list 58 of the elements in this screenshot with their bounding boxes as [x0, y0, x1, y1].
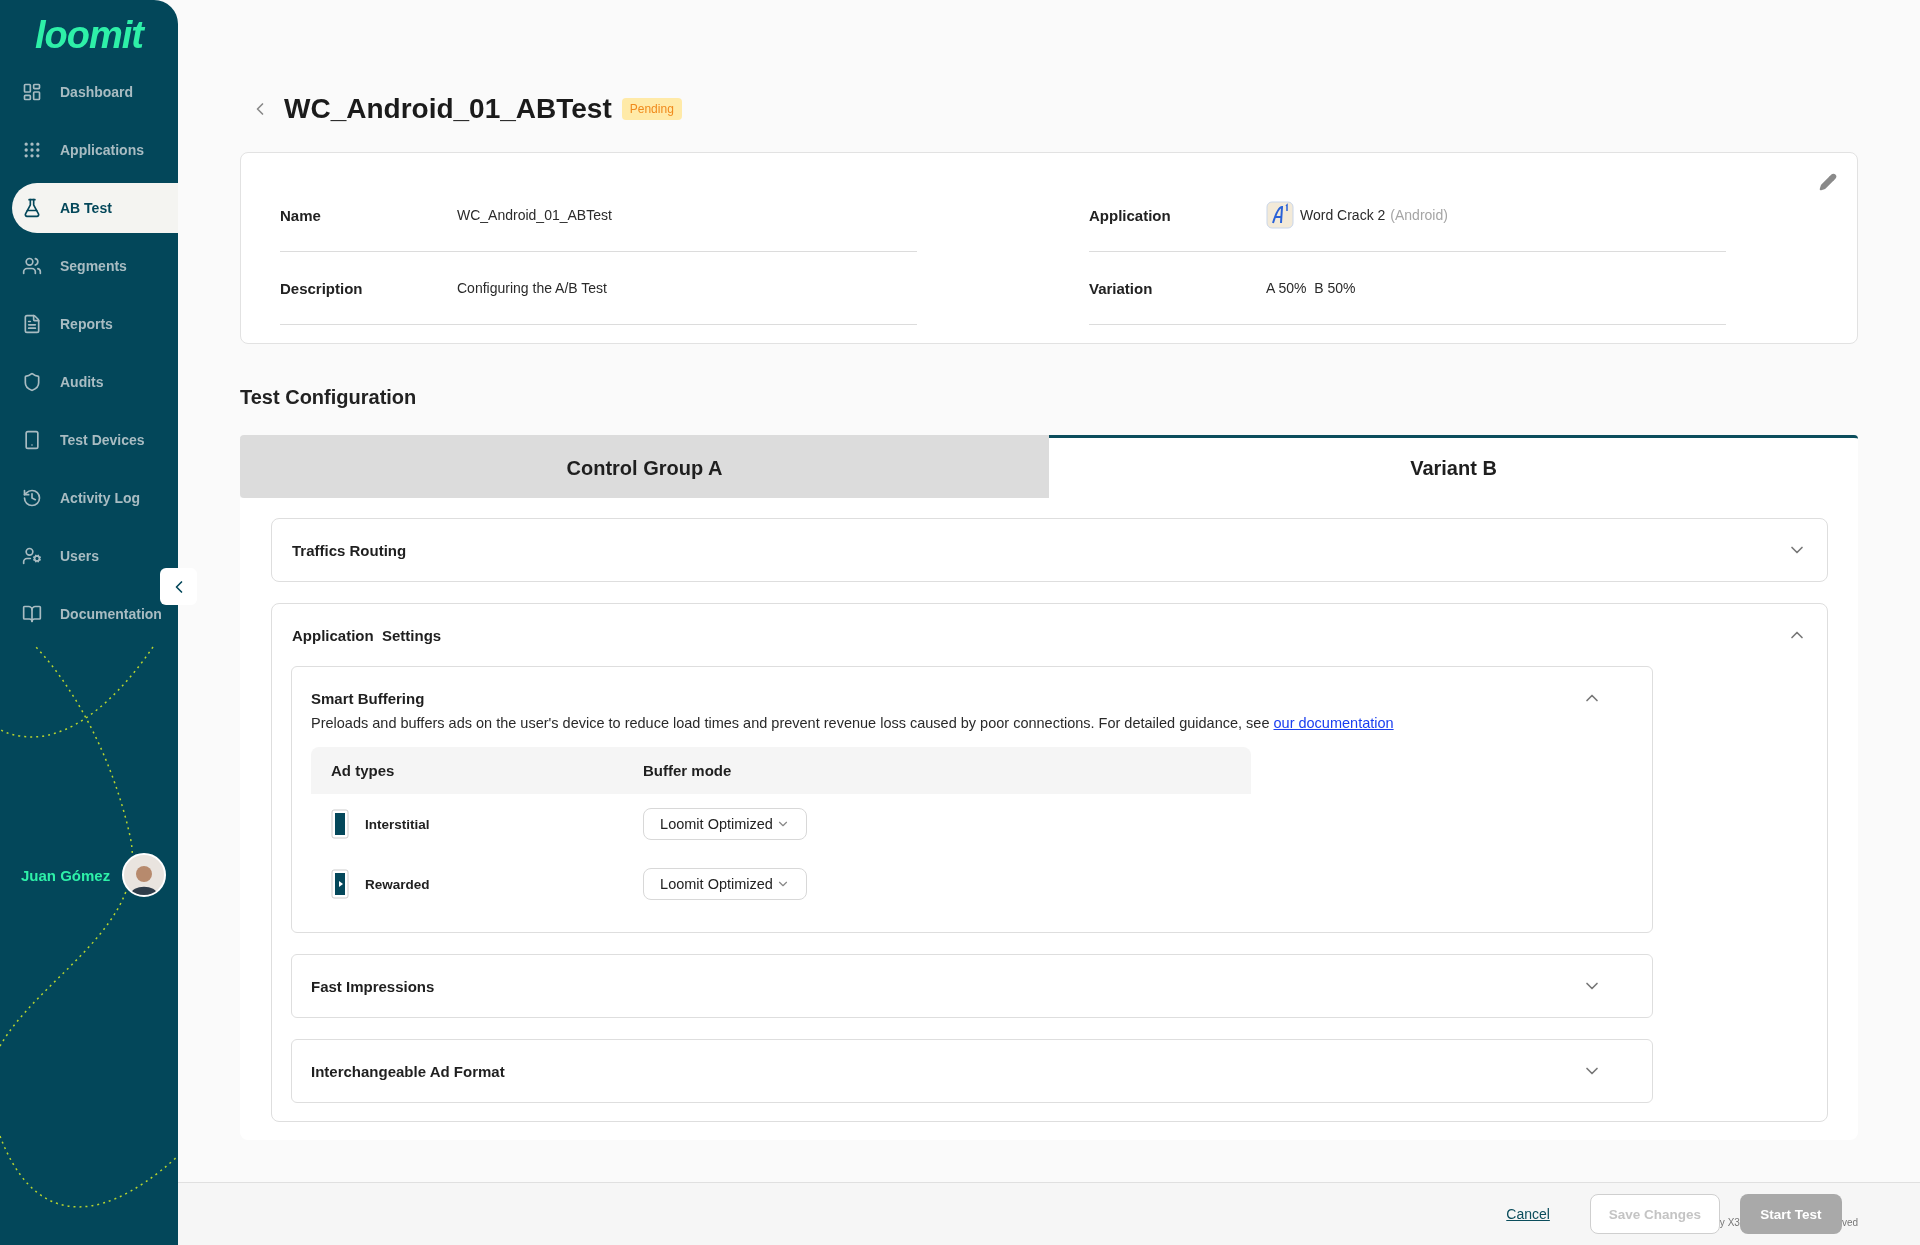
nav-item[interactable]: Test Devices: [0, 415, 153, 465]
footer-text: y X3: [1719, 1217, 1740, 1228]
nav-item[interactable]: Audits: [0, 357, 112, 407]
nav-icon: [22, 82, 42, 102]
nav-item[interactable]: Users: [0, 531, 107, 581]
tab[interactable]: Variant B: [1049, 435, 1858, 498]
user-name: Juan Gómez: [21, 866, 111, 884]
settings-header[interactable]: Fast Impressions: [292, 955, 1652, 1017]
documentation-link[interactable]: our documentation: [1273, 715, 1394, 731]
footer-text: ved: [1841, 1217, 1858, 1228]
nav-icon: [22, 604, 42, 624]
detail-value: Configuring the A/B Test: [457, 280, 607, 296]
avatar: [122, 853, 167, 897]
settings-header[interactable]: Interchangeable Ad Format: [292, 1040, 1652, 1102]
nav-item[interactable]: Applications: [0, 125, 152, 175]
nav-item[interactable]: Dashboard: [0, 67, 142, 117]
nav-icon: [22, 140, 42, 160]
app-icon: [1266, 201, 1294, 229]
nav-icon: [22, 372, 42, 392]
nav-icon: [22, 198, 42, 218]
ad-type-label: Interstitial: [365, 816, 430, 832]
detail-label: Application: [1089, 206, 1172, 224]
detail-label: Name: [280, 206, 322, 224]
cancel-link[interactable]: Cancel: [1506, 1206, 1550, 1222]
detail-label: Description: [280, 279, 364, 297]
platform-label: (Android): [1390, 207, 1448, 223]
phone-icon: [331, 809, 349, 839]
status-badge: Pending: [621, 98, 682, 120]
nav-icon: [22, 430, 42, 450]
nav-icon: [22, 546, 42, 566]
detail-value: Word Crack 2: [1300, 207, 1386, 223]
nav-item[interactable]: Activity Log: [0, 473, 149, 523]
pencil-icon: [1819, 173, 1837, 191]
detail-label: Variation: [1089, 279, 1154, 297]
page-title: WC_Android_01_ABTest: [284, 93, 612, 125]
section-title: Test Configuration: [240, 386, 418, 409]
edit-button[interactable]: [1819, 173, 1837, 191]
detail-value: A 50% B 50%: [1266, 280, 1356, 296]
play-phone-icon: [331, 869, 349, 899]
tab[interactable]: Control Group A: [240, 435, 1049, 498]
nav-icon: [22, 314, 42, 334]
column-header: Buffer mode: [643, 762, 733, 779]
detail-value: WC_Android_01_ABTest: [457, 207, 612, 223]
nav-icon: [22, 256, 42, 276]
buffer-mode-dropdown[interactable]: Loomit Optimized: [643, 868, 807, 900]
nav-item[interactable]: Reports: [0, 299, 121, 349]
nav-icon: [22, 488, 42, 508]
logo: loomit: [35, 14, 143, 57]
buffer-mode-dropdown[interactable]: Loomit Optimized: [643, 808, 807, 840]
nav-item[interactable]: Documentation: [0, 589, 170, 639]
column-header: Ad types: [331, 762, 396, 779]
accordion-header[interactable]: Application Settings: [272, 604, 1827, 666]
accordion-header[interactable]: Traffics Routing: [272, 519, 1827, 581]
nav-item[interactable]: AB Test: [12, 183, 178, 233]
collapse-button[interactable]: [160, 568, 197, 605]
nav-item[interactable]: Segments: [0, 241, 135, 291]
description-text: Preloads and buffers ads on the user's device to reduce load times and prevent revenue loss caused by poor connections. For detailed guidance, see our documentation: [311, 715, 1395, 731]
ad-type-label: Rewarded: [365, 876, 430, 892]
